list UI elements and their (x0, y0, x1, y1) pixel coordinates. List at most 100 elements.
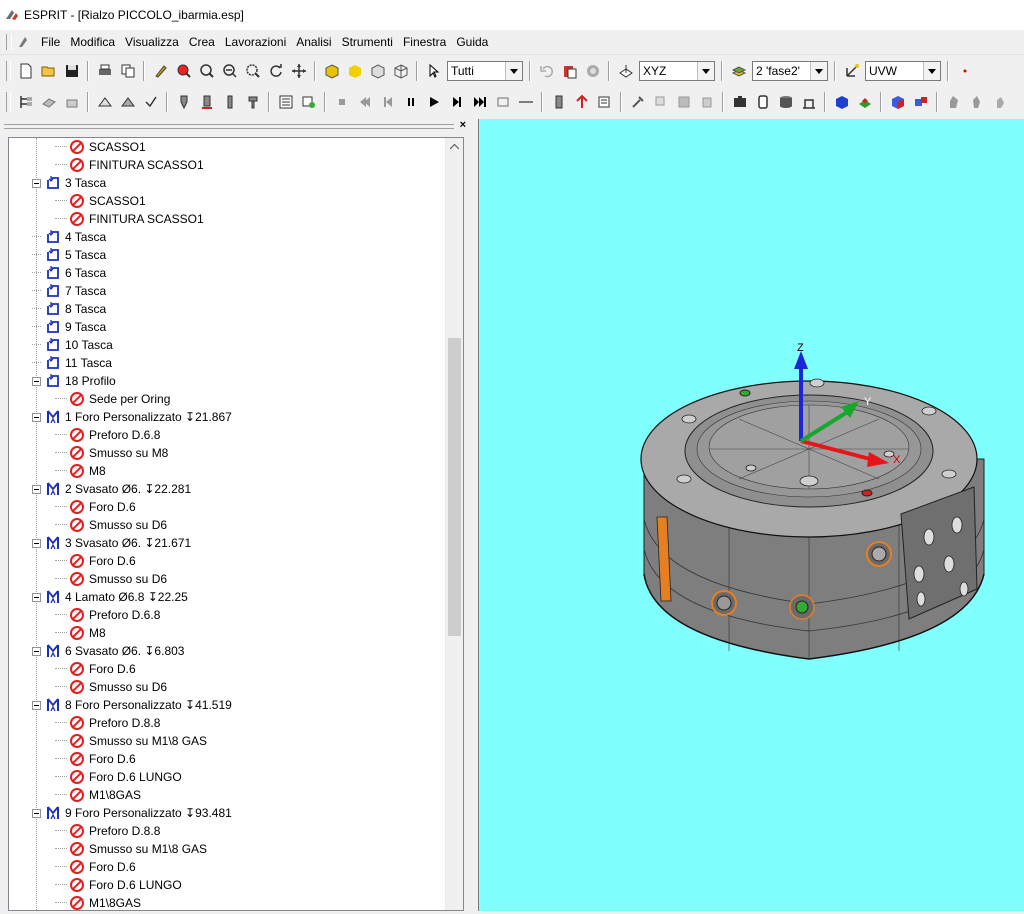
sim-pause-button[interactable] (399, 91, 422, 113)
tree-feature-row[interactable]: 8 Tasca (32, 300, 106, 318)
tree-operation-row[interactable]: SCASSO1 (55, 192, 146, 210)
tap-button[interactable] (218, 91, 241, 113)
tree-expander[interactable] (32, 538, 41, 548)
operation-button[interactable] (93, 91, 116, 113)
zoom-fit-button[interactable] (241, 60, 264, 82)
new-file-button[interactable] (14, 60, 37, 82)
undo-button[interactable] (535, 60, 558, 82)
chevron-down-icon[interactable] (810, 62, 827, 80)
tree-operation-row[interactable]: Foro D.6 (55, 660, 136, 678)
sim-speed-slider[interactable] (514, 91, 537, 113)
tree-feature-row[interactable]: 4 Lamato Ø6.8 ↧22.25 (32, 588, 188, 606)
tree-operation-row[interactable]: Preforo D.8.8 (55, 714, 160, 732)
save-button[interactable] (60, 60, 83, 82)
feature-check-button[interactable] (139, 91, 162, 113)
toolbar-grip[interactable] (6, 61, 11, 81)
tree-operation-row[interactable]: Foro D.6 LUNGO (55, 876, 182, 894)
tree-operation-row[interactable]: Smusso su M1\8 GAS (55, 840, 207, 858)
tree-expander[interactable] (32, 376, 41, 386)
zoom-window-button[interactable] (172, 60, 195, 82)
tree-feature-row[interactable]: 3 Tasca (32, 174, 106, 192)
chevron-down-icon[interactable] (505, 62, 522, 80)
uvw-plane-select[interactable]: UVW (865, 61, 941, 81)
hand-tool3-button[interactable] (988, 91, 1011, 113)
sim-step-forward-button[interactable] (445, 91, 468, 113)
layer-select[interactable]: 2 'fase2' (752, 61, 828, 81)
zoom-button[interactable] (195, 60, 218, 82)
hand-tool2-button[interactable] (965, 91, 988, 113)
tree-feature-row[interactable]: 5 Tasca (32, 246, 106, 264)
close-icon[interactable]: × (460, 119, 466, 131)
tree-feature-row[interactable]: 18 Profilo (32, 372, 116, 390)
work-plane-button[interactable] (614, 60, 637, 82)
shaded-view-button[interactable] (320, 60, 343, 82)
tree-operation-row[interactable]: FINITURA SCASSO1 (55, 156, 204, 174)
tree-expander[interactable] (32, 178, 41, 188)
tree-feature-row[interactable]: 11 Tasca (32, 354, 112, 372)
scroll-up-icon[interactable] (446, 138, 463, 155)
graphics-viewport[interactable]: Z Y X (478, 119, 1024, 911)
tree-operation-row[interactable]: Preforo D.8.8 (55, 822, 160, 840)
menu-crea[interactable]: Crea (184, 35, 220, 49)
tree-feature-row[interactable]: 4 Tasca (32, 228, 106, 246)
tree-feature-row[interactable]: 9 Tasca (32, 318, 106, 336)
menu-visualizza[interactable]: Visualizza (120, 35, 184, 49)
sim-step-back-button[interactable] (376, 91, 399, 113)
tree-operation-row[interactable]: Smusso su D6 (55, 570, 167, 588)
toolbar-grip[interactable] (6, 92, 11, 112)
stop-button[interactable] (581, 60, 604, 82)
sim-settings-button[interactable] (593, 91, 616, 113)
tree-feature-row[interactable]: 6 Tasca (32, 264, 106, 282)
tree-feature-row[interactable]: 10 Tasca (32, 336, 113, 354)
menu-guida[interactable]: Guida (451, 35, 493, 49)
open-file-button[interactable] (37, 60, 60, 82)
menu-modifica[interactable]: Modifica (65, 35, 120, 49)
tree-feature-row[interactable]: 1 Foro Personalizzato ↧21.867 (32, 408, 232, 426)
copy-ops-button[interactable] (649, 91, 672, 113)
snap-point-button[interactable] (953, 60, 976, 82)
menu-strumenti[interactable]: Strumenti (337, 35, 398, 49)
chevron-down-icon[interactable] (697, 62, 714, 80)
operation-list-button[interactable] (116, 91, 139, 113)
vertical-scrollbar[interactable] (445, 138, 463, 910)
tree-operation-row[interactable]: Preforo D.6.8 (55, 426, 160, 444)
panel-splitter[interactable] (470, 119, 478, 911)
tree-operation-row[interactable]: Sede per Oring (55, 390, 170, 408)
menu-grip[interactable] (6, 34, 12, 50)
wireframe-button[interactable] (389, 60, 412, 82)
tree-operation-row[interactable]: M8 (55, 462, 106, 480)
tree-operation-row[interactable]: Foro D.6 (55, 750, 136, 768)
chevron-down-icon[interactable] (923, 62, 940, 80)
tree-expander[interactable] (32, 808, 41, 818)
tree-operation-row[interactable]: M1\8GAS (55, 786, 141, 804)
save-ops-button[interactable] (672, 91, 695, 113)
tree-operation-row[interactable]: FINITURA SCASSO1 (55, 210, 204, 228)
menu-file[interactable]: File (36, 35, 65, 49)
tree-expander[interactable] (32, 412, 41, 422)
mill-button[interactable] (195, 91, 218, 113)
pan-button[interactable] (287, 60, 310, 82)
copy-button[interactable] (116, 60, 139, 82)
print-button[interactable] (93, 60, 116, 82)
tree-operation-row[interactable]: M1\8GAS (55, 894, 141, 910)
zoom-out-button[interactable] (218, 60, 241, 82)
cylinder-stock-button[interactable] (774, 91, 797, 113)
tree-feature-row[interactable]: 6 Svasato Ø6. ↧6.803 (32, 642, 184, 660)
solid-cube-button[interactable] (886, 91, 909, 113)
tool-display-button[interactable] (547, 91, 570, 113)
paste-button[interactable] (558, 60, 581, 82)
part-button[interactable] (751, 91, 774, 113)
tree-operation-row[interactable]: SCASSO1 (55, 138, 146, 156)
rotate-button[interactable] (264, 60, 287, 82)
stock-button[interactable] (37, 91, 60, 113)
tree-operation-row[interactable]: Foro D.6 LUNGO (55, 768, 182, 786)
tool-list-button[interactable] (274, 91, 297, 113)
sim-loop-button[interactable] (491, 91, 514, 113)
tree-feature-row[interactable]: 2 Svasato Ø6. ↧22.281 (32, 480, 191, 498)
sim-play-button[interactable] (422, 91, 445, 113)
tree-operation-row[interactable]: Smusso su M8 (55, 444, 168, 462)
fixture-button[interactable] (60, 91, 83, 113)
feature-tree-button[interactable] (14, 91, 37, 113)
toolpath-button[interactable] (570, 91, 593, 113)
tree-expander[interactable] (32, 646, 41, 656)
